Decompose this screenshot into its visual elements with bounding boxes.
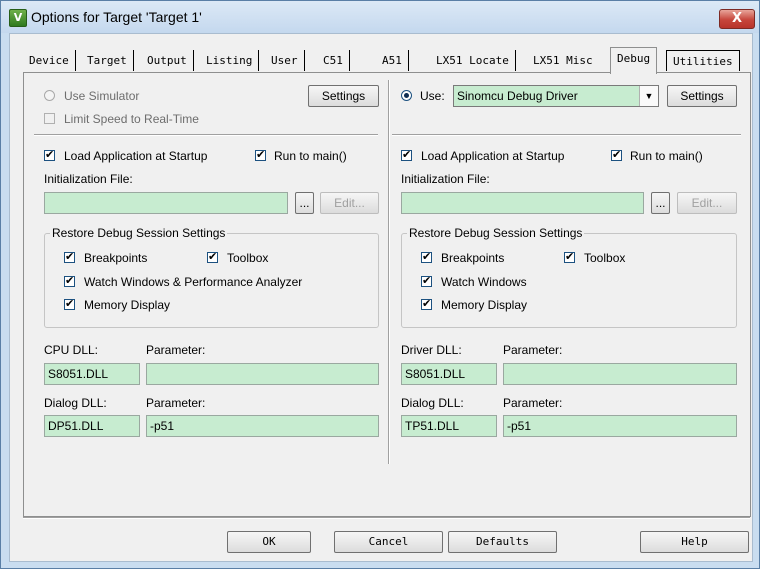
load-app-label-left: Load Application at Startup bbox=[64, 149, 208, 163]
tab-utilities[interactable]: Utilities bbox=[666, 50, 740, 71]
use-simulator-radio[interactable] bbox=[44, 90, 55, 101]
tab-listing[interactable]: Listing bbox=[200, 50, 260, 71]
dialog-param-label-right: Parameter: bbox=[503, 396, 563, 410]
driver-param-field[interactable] bbox=[503, 363, 737, 385]
defaults-button[interactable]: Defaults bbox=[448, 531, 557, 553]
ok-button[interactable]: OK bbox=[227, 531, 311, 553]
cpu-dll-field[interactable]: S8051.DLL bbox=[44, 363, 140, 385]
memory-checkbox-right[interactable] bbox=[421, 297, 432, 310]
right-separator bbox=[392, 134, 741, 136]
driver-dll-field[interactable]: S8051.DLL bbox=[401, 363, 497, 385]
driver-dll-label: Driver DLL: bbox=[401, 343, 462, 357]
cpu-param-field[interactable] bbox=[146, 363, 379, 385]
keil-uvision-icon: V bbox=[9, 9, 27, 27]
init-file-input-left[interactable] bbox=[44, 192, 288, 214]
tab-debug[interactable]: Debug bbox=[610, 47, 658, 74]
driver-settings-button[interactable]: Settings bbox=[667, 85, 737, 107]
run-to-main-checkbox-left[interactable] bbox=[255, 148, 266, 161]
watch-label-left: Watch Windows & Performance Analyzer bbox=[84, 275, 303, 289]
limit-speed-label: Limit Speed to Real-Time bbox=[64, 112, 199, 126]
load-app-checkbox-left[interactable] bbox=[44, 148, 55, 161]
limit-speed-checkbox[interactable] bbox=[44, 113, 55, 124]
toolbox-label-left: Toolbox bbox=[227, 251, 269, 265]
toolbox-checkbox-right[interactable] bbox=[564, 250, 575, 263]
help-button[interactable]: Help bbox=[640, 531, 749, 553]
run-to-main-checkbox-right[interactable] bbox=[611, 148, 622, 161]
load-app-label-right: Load Application at Startup bbox=[421, 149, 565, 163]
tab-device[interactable]: Device bbox=[23, 50, 76, 71]
run-to-main-label-left: Run to main() bbox=[274, 149, 347, 163]
tab-target[interactable]: Target bbox=[81, 50, 134, 71]
browse-button-left[interactable]: ... bbox=[295, 192, 314, 214]
toolbox-checkbox-left[interactable] bbox=[207, 250, 218, 263]
dropdown-arrow-icon[interactable]: ▼ bbox=[639, 86, 658, 106]
memory-checkbox-left[interactable] bbox=[64, 297, 75, 310]
tab-lx51-misc[interactable]: LX51 Misc bbox=[527, 50, 599, 71]
init-file-label-left: Initialization File: bbox=[44, 172, 133, 186]
driver-param-label: Parameter: bbox=[503, 343, 563, 357]
watch-checkbox-right[interactable] bbox=[421, 274, 432, 287]
browse-button-right[interactable]: ... bbox=[651, 192, 670, 214]
window-title: Options for Target 'Target 1' bbox=[31, 9, 202, 25]
debug-driver-value: Sinomcu Debug Driver bbox=[457, 89, 578, 103]
dialog-dll-label-left: Dialog DLL: bbox=[44, 396, 107, 410]
cancel-button[interactable]: Cancel bbox=[334, 531, 443, 553]
tab-a51[interactable]: A51 bbox=[376, 50, 409, 71]
debug-driver-select[interactable]: Sinomcu Debug Driver ▼ bbox=[453, 85, 659, 107]
breakpoints-checkbox-right[interactable] bbox=[421, 250, 432, 263]
restore-group-title-right: Restore Debug Session Settings bbox=[407, 226, 585, 240]
toolbox-label-right: Toolbox bbox=[584, 251, 626, 265]
dialog-param-label-left: Parameter: bbox=[146, 396, 206, 410]
simulator-settings-button[interactable]: Settings bbox=[308, 85, 379, 107]
dialog-dll-label-right: Dialog DLL: bbox=[401, 396, 464, 410]
edit-button-left[interactable]: Edit... bbox=[320, 192, 379, 214]
footer-separator bbox=[23, 517, 750, 519]
close-icon[interactable]: X bbox=[719, 9, 755, 29]
dialog-param-field-left[interactable]: -p51 bbox=[146, 415, 379, 437]
breakpoints-checkbox-left[interactable] bbox=[64, 250, 75, 263]
dialog-dll-field-left[interactable]: DP51.DLL bbox=[44, 415, 140, 437]
use-label: Use: bbox=[420, 89, 445, 103]
memory-label-left: Memory Display bbox=[84, 298, 171, 312]
column-divider bbox=[388, 80, 390, 464]
cpu-param-label: Parameter: bbox=[146, 343, 206, 357]
tab-c51[interactable]: C51 bbox=[317, 50, 350, 71]
title-bar[interactable]: V Options for Target 'Target 1' X bbox=[1, 1, 759, 33]
dialog-dll-field-right[interactable]: TP51.DLL bbox=[401, 415, 497, 437]
dialog-param-field-right[interactable]: -p51 bbox=[503, 415, 737, 437]
tab-output[interactable]: Output bbox=[141, 50, 194, 71]
init-file-input-right[interactable] bbox=[401, 192, 644, 214]
watch-label-right: Watch Windows bbox=[441, 275, 527, 289]
run-to-main-label-right: Run to main() bbox=[630, 149, 703, 163]
init-file-label-right: Initialization File: bbox=[401, 172, 490, 186]
use-driver-radio[interactable] bbox=[401, 90, 412, 101]
load-app-checkbox-right[interactable] bbox=[401, 148, 412, 161]
watch-checkbox-left[interactable] bbox=[64, 274, 75, 287]
breakpoints-label-left: Breakpoints bbox=[84, 251, 148, 265]
memory-label-right: Memory Display bbox=[441, 298, 528, 312]
left-separator bbox=[34, 134, 378, 136]
cpu-dll-label: CPU DLL: bbox=[44, 343, 99, 357]
breakpoints-label-right: Breakpoints bbox=[441, 251, 505, 265]
use-simulator-label: Use Simulator bbox=[64, 89, 140, 103]
tab-lx51-locate[interactable]: LX51 Locate bbox=[430, 50, 516, 71]
tab-user[interactable]: User bbox=[265, 50, 305, 71]
restore-group-title-left: Restore Debug Session Settings bbox=[50, 226, 228, 240]
edit-button-right[interactable]: Edit... bbox=[677, 192, 737, 214]
